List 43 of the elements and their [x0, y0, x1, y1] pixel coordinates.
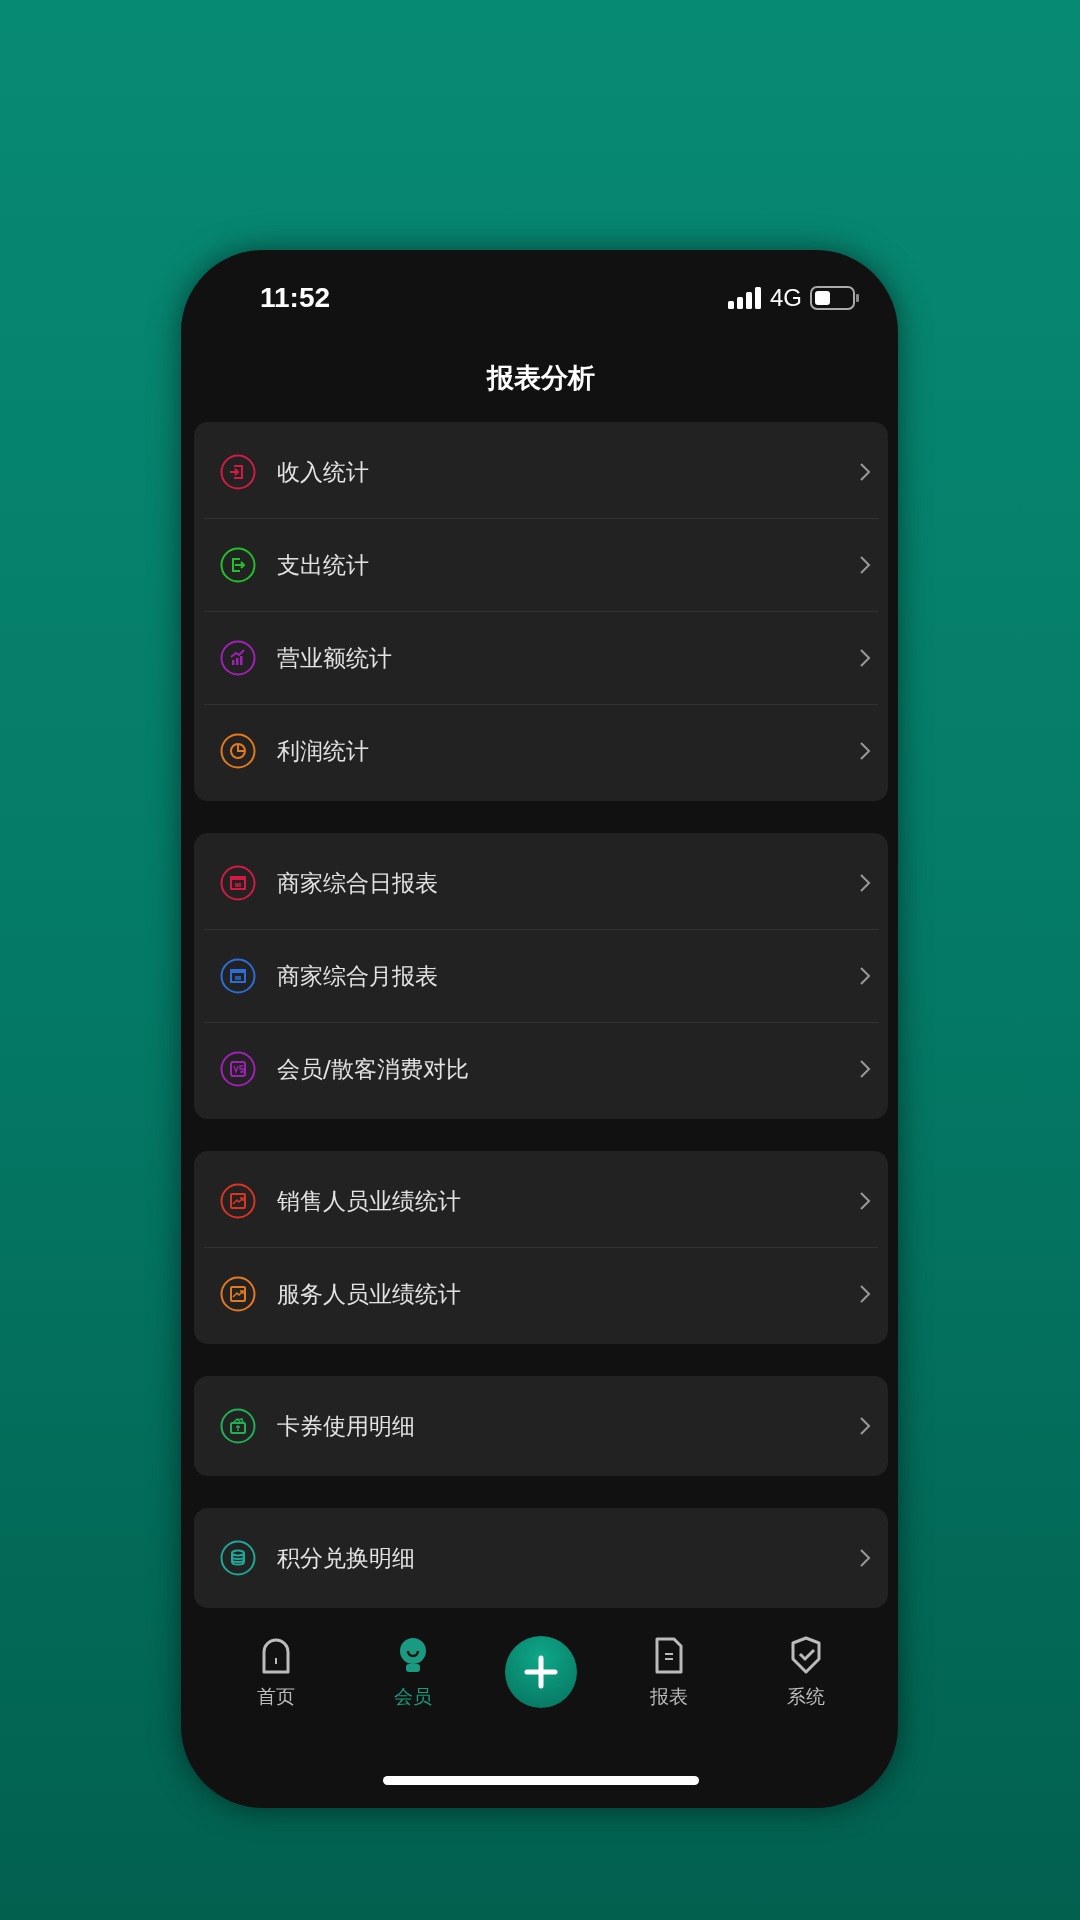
tab-button[interactable]: 首页: [231, 1618, 322, 1710]
menu-label: 支出统计: [277, 550, 370, 580]
menu-label: 销售人员业绩统计: [277, 1186, 462, 1216]
clock-time: 11:52: [260, 282, 331, 314]
chevron-right-icon: [858, 1283, 872, 1305]
chevron-right-icon: [858, 872, 872, 894]
menu-item[interactable]: 服务人员业绩统计: [204, 1248, 878, 1340]
menu-item[interactable]: 会员/散客消费对比: [204, 1023, 878, 1115]
menu-label: 卡券使用明细: [277, 1411, 416, 1441]
battery-icon: [810, 286, 860, 310]
menu-item[interactable]: 商家综合日报表: [204, 837, 878, 930]
menu-item[interactable]: 支出统计: [204, 519, 878, 612]
menu-label: 会员/散客消费对比: [277, 1054, 470, 1084]
chevron-right-icon: [858, 1190, 872, 1212]
menu-item[interactable]: 积分兑换明细: [204, 1512, 878, 1604]
menu-label: 利润统计: [277, 736, 370, 766]
page-title: 报表分析: [485, 361, 596, 395]
menu-item[interactable]: 利润统计: [204, 705, 878, 797]
chevron-right-icon: [858, 740, 872, 762]
chevron-right-icon: [858, 1547, 872, 1569]
network-label: 4G: [770, 284, 802, 312]
tab-button[interactable]: 系统: [760, 1618, 851, 1710]
tab-button[interactable]: 会员: [368, 1618, 459, 1710]
chevron-right-icon: [858, 647, 872, 669]
menu-label: 商家综合日报表: [277, 868, 439, 898]
menu-label: 积分兑换明细: [277, 1543, 416, 1573]
menu-item[interactable]: 卡券使用明细: [204, 1380, 878, 1472]
menu-label: 营业额统计: [277, 643, 393, 673]
chevron-right-icon: [858, 1415, 872, 1437]
menu-label: 收入统计: [277, 457, 370, 487]
plus-icon: [524, 1655, 558, 1689]
tab-button[interactable]: 报表: [623, 1618, 714, 1710]
chevron-right-icon: [858, 965, 872, 987]
menu-item[interactable]: 收入统计: [204, 426, 878, 519]
menu-item[interactable]: 销售人员业绩统计: [204, 1155, 878, 1248]
menu-label: 服务人员业绩统计: [277, 1279, 462, 1309]
signal-icon: [728, 287, 762, 309]
chevron-right-icon: [858, 554, 872, 576]
chevron-right-icon: [858, 1058, 872, 1080]
menu-item[interactable]: 商家综合月报表: [204, 930, 878, 1023]
menu-label: 商家综合月报表: [277, 961, 439, 991]
chevron-right-icon: [858, 461, 872, 483]
menu-item[interactable]: 营业额统计: [204, 612, 878, 705]
